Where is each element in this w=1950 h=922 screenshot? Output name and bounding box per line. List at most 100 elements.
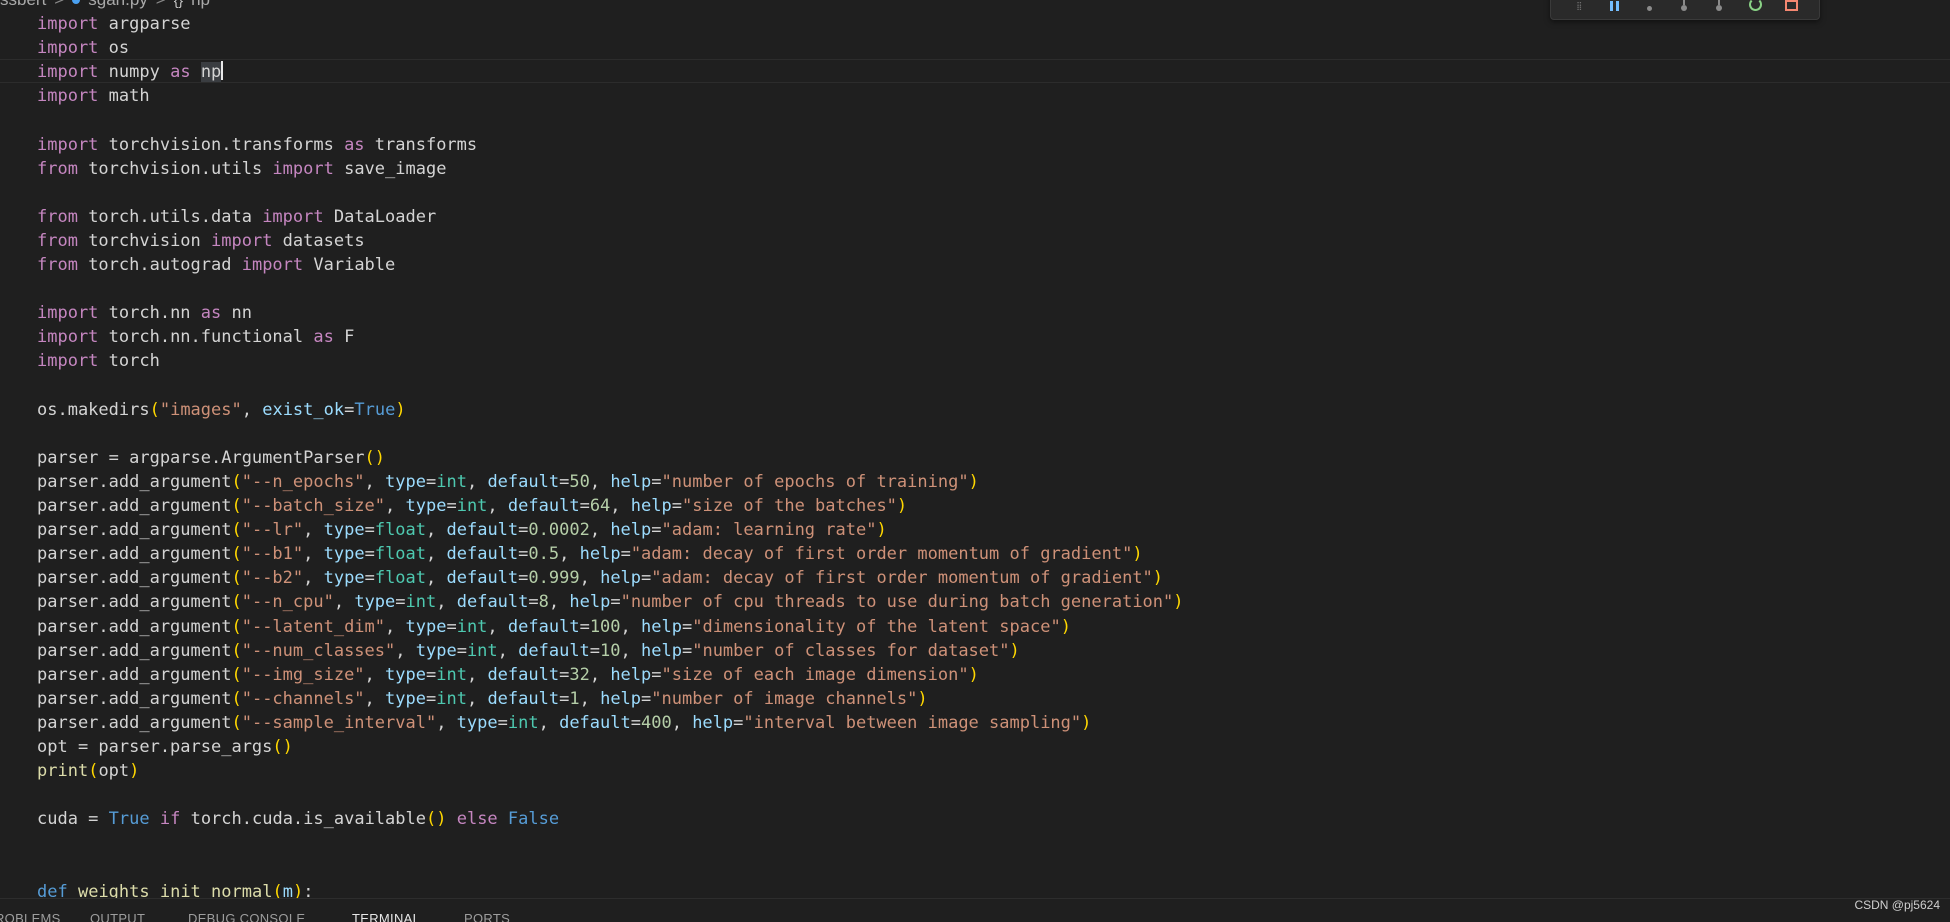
code-line[interactable]: import math <box>37 84 150 108</box>
code-token: type <box>385 688 426 709</box>
code-token: , <box>303 544 324 565</box>
code-token: int <box>436 471 467 492</box>
tab-debug-console[interactable]: DEBUG CONSOLE <box>188 911 305 922</box>
stop-button[interactable] <box>1780 0 1802 11</box>
code-token: float <box>374 544 427 565</box>
code-token: help <box>641 640 682 661</box>
code-token: = <box>425 664 437 685</box>
code-line[interactable]: print(opt) <box>37 759 139 783</box>
code-token: 32 <box>569 664 590 685</box>
code-token: parser.add_argument <box>37 712 232 733</box>
code-line[interactable]: from torchvision.utils import save_image <box>37 157 446 181</box>
step-over-button[interactable] <box>1639 0 1661 11</box>
tab-problems[interactable]: PROBLEMS <box>0 911 61 922</box>
code-line[interactable]: import torch <box>37 349 160 373</box>
code-token: import <box>241 255 304 275</box>
code-token: True <box>108 809 150 830</box>
code-token: parser.add_argument <box>37 544 232 565</box>
code-line[interactable]: parser.add_argument("--sample_interval",… <box>37 711 1091 735</box>
code-line[interactable]: from torch.utils.data import DataLoader <box>37 205 436 229</box>
code-line[interactable]: parser.add_argument("--b1", type=float, … <box>37 542 1143 566</box>
code-token: 0.5 <box>528 544 560 565</box>
code-token: ) <box>1081 712 1092 733</box>
step-into-button[interactable] <box>1674 0 1696 11</box>
code-token: opt = parser.parse_args <box>37 737 273 757</box>
code-token: = <box>681 616 693 637</box>
code-token: = <box>364 568 375 589</box>
code-token: ( <box>231 712 242 733</box>
code-token: F <box>333 327 355 348</box>
code-token: type <box>323 568 365 589</box>
code-line[interactable]: import torchvision.transforms as transfo… <box>37 133 477 157</box>
code-token: , <box>487 496 508 516</box>
code-line[interactable]: parser.add_argument("--batch_size", type… <box>37 494 907 518</box>
code-token: , <box>466 471 488 492</box>
code-token: ( <box>231 664 242 685</box>
code-token: "--img_size" <box>241 664 365 685</box>
code-token: , <box>426 520 447 541</box>
breadcrumb-file[interactable]: sgan.py <box>88 0 148 10</box>
code-line[interactable]: parser.add_argument("--lr", type=float, … <box>37 518 887 542</box>
code-token: = <box>651 520 662 541</box>
code-token: "number of image channels" <box>651 688 918 709</box>
code-token: = <box>559 471 570 492</box>
code-line[interactable]: import torch.nn as nn <box>37 301 252 325</box>
code-token: "dimensionality of the latent space" <box>692 616 1061 637</box>
code-token: 10 <box>600 640 621 661</box>
code-token: = <box>589 640 601 661</box>
code-line[interactable]: parser.add_argument("--n_epochs", type=i… <box>37 470 979 494</box>
code-token: = <box>671 496 682 516</box>
code-token: os <box>98 38 130 59</box>
code-line[interactable]: import torch.nn.functional as F <box>37 325 354 349</box>
code-line[interactable]: parser.add_argument("--n_cpu", type=int,… <box>37 590 1184 614</box>
code-token: torchvision <box>77 230 212 251</box>
code-line[interactable]: parser = argparse.ArgumentParser() <box>37 446 385 470</box>
code-token: , <box>333 592 355 613</box>
code-token: default <box>487 664 560 685</box>
restart-button[interactable] <box>1745 0 1767 11</box>
code-token: help <box>610 664 652 685</box>
code-line[interactable]: parser.add_argument("--img_size", type=i… <box>37 663 979 687</box>
code-line[interactable]: parser.add_argument("--latent_dim", type… <box>37 615 1071 639</box>
code-token: = <box>641 568 652 589</box>
code-token: ( <box>231 544 242 565</box>
code-token: torch.nn.functional <box>98 327 314 348</box>
code-line[interactable]: from torch.autograd import Variable <box>37 253 395 277</box>
code-line[interactable]: cuda = True if torch.cuda.is_available()… <box>37 807 559 831</box>
code-token: if <box>159 809 181 830</box>
code-token: 0.999 <box>528 568 580 589</box>
code-line[interactable]: opt = parser.parse_args() <box>37 735 293 759</box>
code-token: , <box>538 712 560 733</box>
code-token: , <box>395 640 416 661</box>
code-editor[interactable]: import argparse import os import numpy as … <box>0 0 1950 902</box>
breadcrumb-symbol[interactable]: np <box>191 0 210 10</box>
code-line[interactable]: import numpy as np <box>37 60 224 84</box>
code-token: "images" <box>159 399 242 420</box>
code-token: type <box>415 640 457 661</box>
code-token: parser = argparse.ArgumentParser <box>37 447 365 468</box>
code-token: 50 <box>569 471 590 492</box>
code-token: , <box>426 568 447 589</box>
code-token: ) <box>876 520 887 541</box>
code-line[interactable]: parser.add_argument("--channels", type=i… <box>37 687 928 711</box>
tab-terminal[interactable]: TERMINAL <box>352 911 420 922</box>
code-token: = <box>733 712 744 733</box>
code-token: ) <box>1152 568 1164 589</box>
drag-handle-icon[interactable]: ⁞⁞ <box>1568 0 1590 12</box>
code-token: = <box>446 616 457 637</box>
code-line[interactable]: import os <box>37 36 129 60</box>
tab-ports[interactable]: PORTS <box>464 911 510 922</box>
code-token: type <box>354 592 396 613</box>
code-token: , <box>589 664 611 685</box>
step-out-button[interactable] <box>1709 0 1731 11</box>
tab-output[interactable]: OUTPUT <box>90 911 145 922</box>
pause-button[interactable] <box>1603 0 1625 11</box>
code-line[interactable]: from torchvision import datasets <box>37 229 365 253</box>
code-line[interactable]: os.makedirs("images", exist_ok=True) <box>37 398 406 422</box>
code-line[interactable]: parser.add_argument("--b2", type=float, … <box>37 566 1163 590</box>
code-line[interactable]: import argparse <box>37 12 191 36</box>
breadcrumb-folder[interactable]: ssbert <box>0 0 46 10</box>
code-token: "number of cpu threads to use during bat… <box>620 592 1174 613</box>
code-line[interactable]: parser.add_argument("--num_classes", typ… <box>37 639 1020 663</box>
